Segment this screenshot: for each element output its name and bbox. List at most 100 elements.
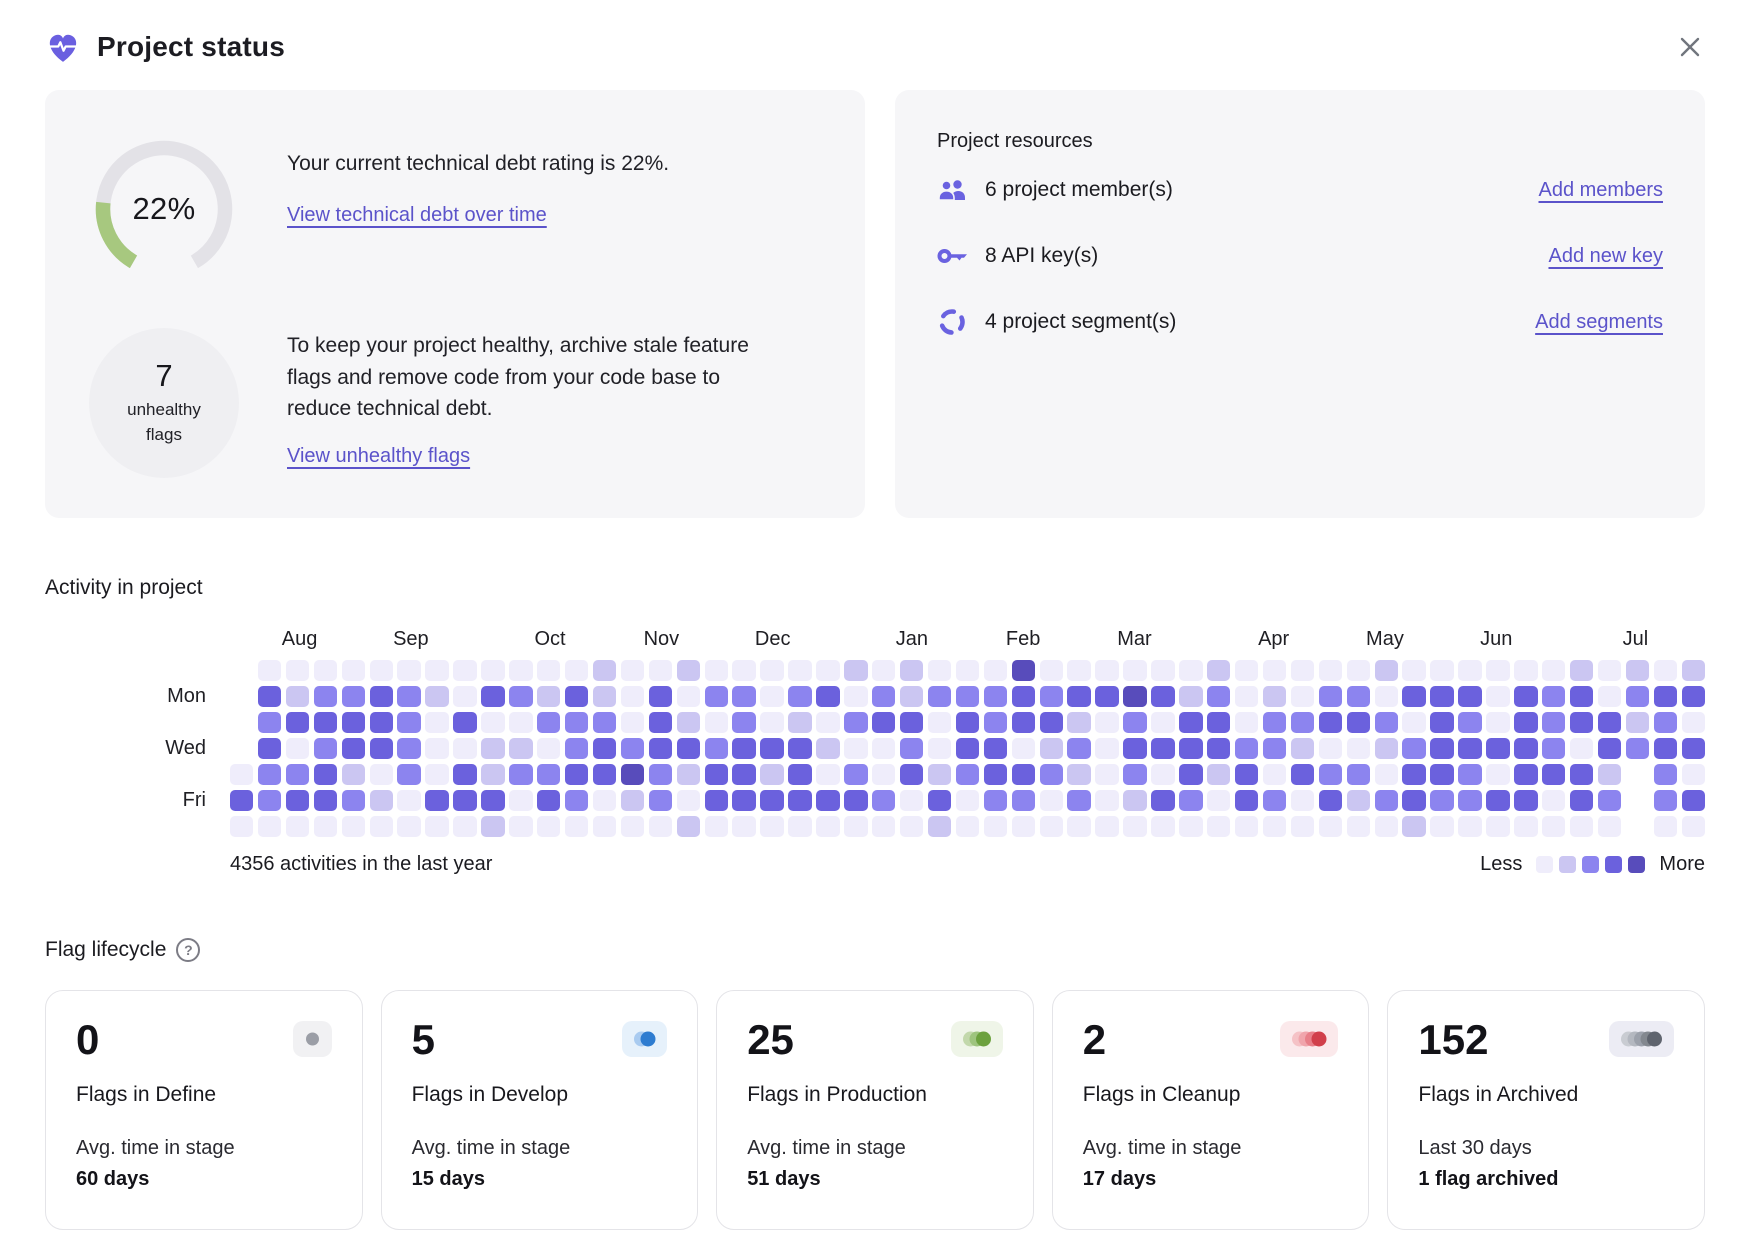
activity-cell[interactable]: [314, 816, 337, 837]
activity-cell[interactable]: [1486, 790, 1509, 811]
activity-cell[interactable]: [286, 712, 309, 733]
activity-cell[interactable]: [1542, 686, 1565, 707]
activity-cell[interactable]: [230, 790, 253, 811]
activity-cell[interactable]: [1514, 660, 1537, 681]
activity-cell[interactable]: [1682, 738, 1705, 759]
activity-cell[interactable]: [1263, 738, 1286, 759]
activity-cell[interactable]: [956, 712, 979, 733]
activity-cell[interactable]: [258, 764, 281, 785]
activity-cell[interactable]: [509, 816, 532, 837]
activity-cell[interactable]: [788, 686, 811, 707]
activity-cell[interactable]: [1402, 660, 1425, 681]
activity-cell[interactable]: [816, 660, 839, 681]
activity-cell[interactable]: [1207, 790, 1230, 811]
activity-cell[interactable]: [1291, 816, 1314, 837]
activity-cell[interactable]: [509, 712, 532, 733]
activity-cell[interactable]: [621, 790, 644, 811]
activity-cell[interactable]: [872, 686, 895, 707]
activity-cell[interactable]: [1570, 660, 1593, 681]
activity-cell[interactable]: [1151, 712, 1174, 733]
activity-cell[interactable]: [1012, 712, 1035, 733]
activity-cell[interactable]: [984, 790, 1007, 811]
activity-cell[interactable]: [314, 738, 337, 759]
activity-cell[interactable]: [370, 686, 393, 707]
activity-cell[interactable]: [1598, 738, 1621, 759]
activity-cell[interactable]: [314, 790, 337, 811]
activity-cell[interactable]: [509, 738, 532, 759]
activity-cell[interactable]: [565, 712, 588, 733]
activity-cell[interactable]: [425, 712, 448, 733]
activity-cell[interactable]: [844, 686, 867, 707]
activity-cell[interactable]: [397, 738, 420, 759]
activity-cell[interactable]: [1151, 790, 1174, 811]
activity-cell[interactable]: [1291, 712, 1314, 733]
activity-cell[interactable]: [1654, 764, 1677, 785]
activity-cell[interactable]: [732, 686, 755, 707]
activity-cell[interactable]: [732, 816, 755, 837]
activity-cell[interactable]: [1207, 712, 1230, 733]
activity-cell[interactable]: [928, 660, 951, 681]
activity-cell[interactable]: [1626, 738, 1649, 759]
activity-cell[interactable]: [565, 660, 588, 681]
activity-cell[interactable]: [1123, 660, 1146, 681]
activity-cell[interactable]: [928, 816, 951, 837]
activity-cell[interactable]: [760, 712, 783, 733]
activity-cell[interactable]: [1291, 764, 1314, 785]
activity-cell[interactable]: [1682, 764, 1705, 785]
activity-cell[interactable]: [1542, 790, 1565, 811]
activity-cell[interactable]: [872, 816, 895, 837]
activity-cell[interactable]: [481, 816, 504, 837]
activity-cell[interactable]: [872, 738, 895, 759]
activity-cell[interactable]: [1179, 660, 1202, 681]
activity-cell[interactable]: [1486, 816, 1509, 837]
activity-cell[interactable]: [900, 660, 923, 681]
activity-cell[interactable]: [1542, 660, 1565, 681]
activity-cell[interactable]: [1095, 712, 1118, 733]
activity-cell[interactable]: [314, 712, 337, 733]
activity-cell[interactable]: [1095, 764, 1118, 785]
activity-cell[interactable]: [342, 816, 365, 837]
activity-cell[interactable]: [1347, 816, 1370, 837]
activity-cell[interactable]: [1151, 764, 1174, 785]
activity-cell[interactable]: [481, 764, 504, 785]
activity-cell[interactable]: [1235, 790, 1258, 811]
activity-cell[interactable]: [1654, 686, 1677, 707]
activity-cell[interactable]: [900, 738, 923, 759]
activity-cell[interactable]: [1375, 686, 1398, 707]
activity-cell[interactable]: [481, 686, 504, 707]
activity-cell[interactable]: [1514, 712, 1537, 733]
activity-cell[interactable]: [956, 738, 979, 759]
activity-cell[interactable]: [788, 712, 811, 733]
resource-add-link[interactable]: Add segments: [1535, 311, 1663, 334]
activity-cell[interactable]: [1012, 686, 1035, 707]
activity-cell[interactable]: [1151, 816, 1174, 837]
activity-cell[interactable]: [677, 686, 700, 707]
activity-cell[interactable]: [1654, 738, 1677, 759]
activity-cell[interactable]: [1598, 660, 1621, 681]
activity-cell[interactable]: [1514, 816, 1537, 837]
activity-cell[interactable]: [844, 790, 867, 811]
activity-cell[interactable]: [1235, 764, 1258, 785]
activity-cell[interactable]: [760, 790, 783, 811]
activity-cell[interactable]: [816, 686, 839, 707]
activity-cell[interactable]: [1682, 712, 1705, 733]
activity-cell[interactable]: [649, 712, 672, 733]
activity-cell[interactable]: [984, 660, 1007, 681]
activity-cell[interactable]: [370, 790, 393, 811]
activity-cell[interactable]: [900, 712, 923, 733]
activity-cell[interactable]: [1430, 712, 1453, 733]
activity-cell[interactable]: [1263, 816, 1286, 837]
activity-cell[interactable]: [593, 816, 616, 837]
activity-cell[interactable]: [760, 738, 783, 759]
activity-cell[interactable]: [1458, 686, 1481, 707]
activity-cell[interactable]: [732, 738, 755, 759]
activity-cell[interactable]: [1598, 712, 1621, 733]
activity-cell[interactable]: [481, 660, 504, 681]
activity-cell[interactable]: [1012, 660, 1035, 681]
activity-cell[interactable]: [1542, 816, 1565, 837]
activity-cell[interactable]: [649, 660, 672, 681]
activity-cell[interactable]: [1458, 712, 1481, 733]
activity-cell[interactable]: [1626, 712, 1649, 733]
activity-cell[interactable]: [1151, 686, 1174, 707]
activity-cell[interactable]: [984, 712, 1007, 733]
